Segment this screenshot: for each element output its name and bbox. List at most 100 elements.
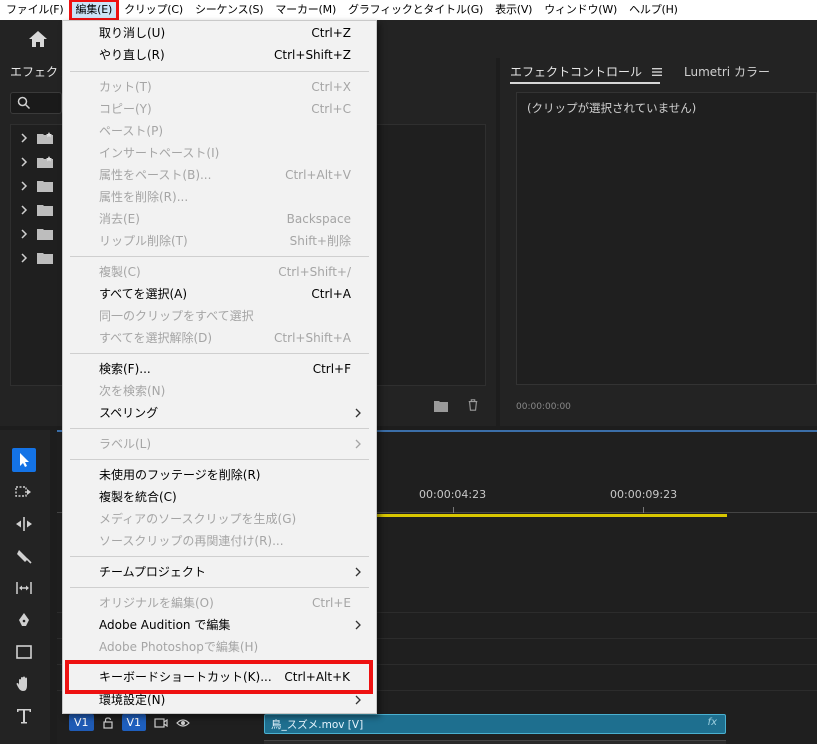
chevron-right-icon[interactable] xyxy=(19,229,29,239)
eye-icon[interactable] xyxy=(176,717,190,729)
work-area-bar[interactable] xyxy=(367,514,727,517)
sync-lock-icon[interactable] xyxy=(154,717,168,729)
folder-icon xyxy=(37,205,53,216)
folder-icon xyxy=(37,229,53,240)
lumetri-color-tab[interactable]: Lumetri カラー xyxy=(684,63,770,80)
menu-separator xyxy=(70,556,369,557)
tree-folder-row[interactable] xyxy=(19,225,53,243)
menu-item-edit-in-photoshop[interactable]: Adobe Photoshopで編集(H) xyxy=(63,636,376,658)
type-tool[interactable] xyxy=(12,704,36,728)
menu-item-edit-original[interactable]: オリジナルを編集(O) Ctrl+E xyxy=(63,592,376,614)
folder-star-icon xyxy=(37,132,53,144)
menu-item-paste-attributes[interactable]: 属性をペースト(B)... Ctrl+Alt+V xyxy=(63,164,376,186)
tree-folder-row[interactable] xyxy=(19,129,53,147)
search-icon xyxy=(17,96,31,110)
tools-panel xyxy=(0,430,50,744)
menu-graphics[interactable]: グラフィックとタイトル(G) xyxy=(342,0,489,20)
tree-folder-row[interactable] xyxy=(19,153,53,171)
menu-item-select-all-matching[interactable]: 同一のクリップをすべて選択 xyxy=(63,305,376,327)
chevron-right-icon[interactable] xyxy=(19,133,29,143)
tree-folder-row[interactable] xyxy=(19,201,53,219)
selection-tool[interactable] xyxy=(12,448,36,472)
menu-bar: ファイル(F) 編集(E) クリップ(C) シーケンス(S) マーカー(M) グ… xyxy=(0,0,817,21)
trash-icon[interactable] xyxy=(466,399,480,411)
menu-item-generate-source-clip[interactable]: メディアのソースクリップを生成(G) xyxy=(63,508,376,530)
menu-item-paste-insert[interactable]: インサートペースト(I) xyxy=(63,142,376,164)
edit-menu-dropdown: 取り消し(U) Ctrl+Z やり直し(R) Ctrl+Shift+Z カット(T)… xyxy=(62,20,377,714)
menu-item-spelling[interactable]: スペリング xyxy=(63,402,376,424)
tree-folder-row[interactable] xyxy=(19,249,53,267)
ripple-edit-icon xyxy=(16,517,32,531)
menu-item-keyboard-shortcuts[interactable]: キーボードショートカット(K)... Ctrl+Alt+K xyxy=(65,660,373,694)
menu-file[interactable]: ファイル(F) xyxy=(0,0,70,20)
menu-item-ripple-delete[interactable]: リップル削除(T) Shift+削除 xyxy=(63,230,376,252)
lock-icon[interactable] xyxy=(102,716,114,729)
hand-tool[interactable] xyxy=(12,672,36,696)
menu-item-remove-attributes[interactable]: 属性を削除(R)... xyxy=(63,186,376,208)
new-folder-icon[interactable] xyxy=(434,400,448,412)
menu-item-edit-in-audition[interactable]: Adobe Audition で編集 xyxy=(63,614,376,636)
arrow-cursor-icon xyxy=(20,453,29,467)
menu-window[interactable]: ウィンドウ(W) xyxy=(538,0,623,20)
menu-separator xyxy=(70,587,369,588)
menu-item-preferences[interactable]: 環境設定(N) xyxy=(63,689,376,711)
track-target-v1[interactable]: V1 xyxy=(121,714,147,731)
ruler-tick xyxy=(453,507,454,513)
chevron-right-icon[interactable] xyxy=(19,205,29,215)
slip-tool[interactable] xyxy=(12,576,36,600)
pen-icon xyxy=(19,613,29,626)
source-patch-v1[interactable]: V1 xyxy=(69,714,94,731)
razor-tool[interactable] xyxy=(12,544,36,568)
clip-name: 鳥_スズメ.mov [V] xyxy=(271,719,364,731)
type-icon xyxy=(17,709,31,724)
menu-item-deselect-all[interactable]: すべてを選択解除(D) Ctrl+Shift+A xyxy=(63,327,376,349)
effects-search-input[interactable] xyxy=(10,92,62,114)
ripple-edit-tool[interactable] xyxy=(12,512,36,536)
chevron-right-icon[interactable] xyxy=(19,253,29,263)
menu-item-cut[interactable]: カット(T) Ctrl+X xyxy=(63,76,376,98)
active-tab-indicator xyxy=(510,82,660,84)
pen-tool[interactable] xyxy=(12,608,36,632)
menu-item-find[interactable]: 検索(F)... Ctrl+F xyxy=(63,358,376,380)
chevron-right-icon[interactable] xyxy=(19,181,29,191)
menu-separator xyxy=(70,256,369,257)
menu-edit[interactable]: 編集(E) xyxy=(68,0,120,21)
track-select-tool[interactable] xyxy=(12,480,36,504)
audio-clip[interactable] xyxy=(264,740,726,744)
rectangle-tool[interactable] xyxy=(12,640,36,664)
menu-separator xyxy=(70,71,369,72)
chevron-right-icon xyxy=(355,408,361,418)
menu-item-label[interactable]: ラベル(L) xyxy=(63,433,376,455)
menu-help[interactable]: ヘルプ(H) xyxy=(623,0,684,20)
menu-item-paste[interactable]: ペースト(P) xyxy=(63,120,376,142)
menu-clip[interactable]: クリップ(C) xyxy=(118,0,189,20)
effects-tab[interactable]: エフェクト xyxy=(10,63,70,80)
effect-controls-panel: エフェクトコントロール Lumetri カラー (クリップが選択されていません)… xyxy=(500,58,817,426)
menu-item-copy[interactable]: コピー(Y) Ctrl+C xyxy=(63,98,376,120)
menu-marker[interactable]: マーカー(M) xyxy=(269,0,342,20)
menu-item-clear[interactable]: 消去(E) Backspace xyxy=(63,208,376,230)
menu-item-duplicate[interactable]: 複製(C) Ctrl+Shift+/ xyxy=(63,261,376,283)
clip-fx-badge[interactable]: fx xyxy=(708,717,717,728)
effect-controls-body: (クリップが選択されていません) xyxy=(516,92,817,385)
no-clip-message: (クリップが選択されていません) xyxy=(527,101,697,115)
menu-item-consolidate-duplicates[interactable]: 複製を統合(C) xyxy=(63,486,376,508)
menu-view[interactable]: 表示(V) xyxy=(489,0,538,20)
chevron-right-icon[interactable] xyxy=(19,157,29,167)
effect-controls-tab[interactable]: エフェクトコントロール xyxy=(510,63,642,80)
menu-sequence[interactable]: シーケンス(S) xyxy=(189,0,269,20)
menu-item-select-all[interactable]: すべてを選択(A) Ctrl+A xyxy=(63,283,376,305)
video-clip[interactable]: 鳥_スズメ.mov [V] fx xyxy=(264,714,726,734)
menu-item-relink-source-clip[interactable]: ソースクリップの再関連付け(R)... xyxy=(63,530,376,552)
hamburger-icon[interactable] xyxy=(652,68,662,76)
home-icon[interactable] xyxy=(28,29,48,49)
chevron-right-icon xyxy=(355,567,361,577)
menu-item-team-projects[interactable]: チームプロジェクト xyxy=(63,561,376,583)
menu-item-undo[interactable]: 取り消し(U) Ctrl+Z xyxy=(63,22,376,44)
menu-item-redo[interactable]: やり直し(R) Ctrl+Shift+Z xyxy=(63,44,376,66)
ruler-timecode: 00:00:04:23 xyxy=(419,488,487,501)
menu-item-remove-unused[interactable]: 未使用のフッテージを削除(R) xyxy=(63,464,376,486)
chevron-right-icon xyxy=(355,439,361,449)
menu-item-find-next[interactable]: 次を検索(N) xyxy=(63,380,376,402)
tree-folder-row[interactable] xyxy=(19,177,53,195)
